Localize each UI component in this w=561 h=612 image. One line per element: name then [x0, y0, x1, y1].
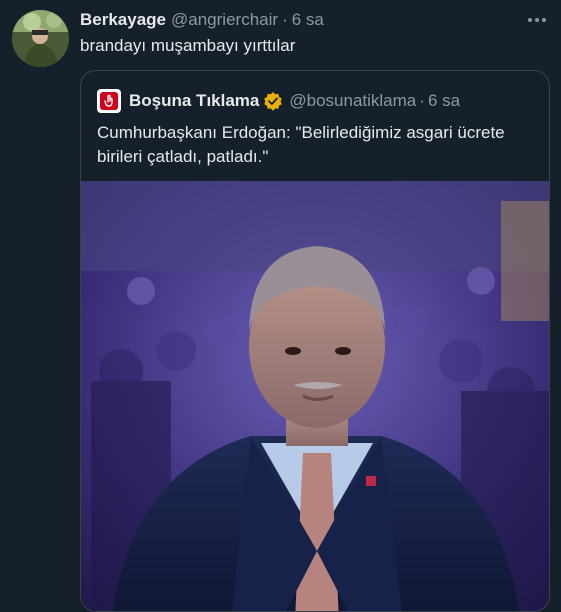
quote-text: Cumhurbaşkanı Erdoğan: "Belirlediğimiz a… — [97, 123, 505, 166]
quote-photo[interactable] — [81, 181, 549, 611]
verified-badge-icon — [263, 91, 283, 111]
avatar[interactable] — [12, 10, 69, 67]
display-name[interactable]: Berkayage — [80, 10, 166, 30]
quote-tweet[interactable]: Boşuna Tıklama @bosunatiklama · 6 sa Cum… — [80, 70, 550, 612]
quote-header: Boşuna Tıklama @bosunatiklama · 6 sa — [97, 89, 460, 113]
separator-dot: · — [282, 10, 288, 29]
tweet-text: brandayı muşambayı yırttılar — [80, 36, 296, 55]
more-horizontal-icon — [528, 18, 546, 22]
more-options-button[interactable] — [524, 8, 550, 32]
tweet[interactable]: Berkayage @angrierchair · 6 sa brandayı … — [0, 0, 561, 612]
quote-handle[interactable]: @bosunatiklama — [289, 91, 416, 111]
quote-timestamp[interactable]: 6 sa — [428, 91, 460, 111]
hand-pointer-icon — [100, 92, 118, 110]
quote-avatar[interactable] — [97, 89, 121, 113]
user-handle[interactable]: @angrierchair — [171, 10, 278, 30]
quote-separator-dot: · — [419, 91, 425, 110]
timestamp[interactable]: 6 sa — [292, 10, 324, 30]
tweet-header: Berkayage @angrierchair · 6 sa — [80, 8, 521, 32]
quote-display-name[interactable]: Boşuna Tıklama — [129, 91, 259, 111]
